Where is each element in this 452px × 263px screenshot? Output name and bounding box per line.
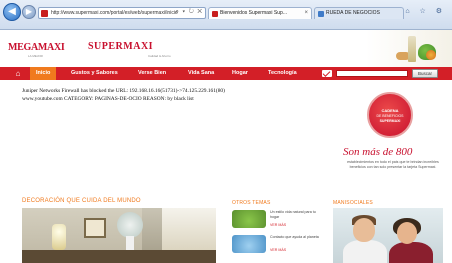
firewall-block-message: Juniper Networks Firewall has blocked th… xyxy=(22,88,322,103)
otros-item-text: Contacto que ayuda al planeta xyxy=(270,235,319,239)
address-url[interactable]: http://www.supermaxi.com/portal/es/web/s… xyxy=(51,10,178,16)
lamp-shape xyxy=(52,224,66,250)
search-input[interactable] xyxy=(336,70,408,77)
forward-button[interactable]: ▶ xyxy=(22,5,36,19)
home-icon[interactable]: ⌂ xyxy=(12,69,24,78)
nav-item-tecnologia[interactable]: Tecnología xyxy=(268,67,297,80)
firewall-message-line2: www.youtube.com CATEGORY: PAGINAS-DE-OCI… xyxy=(22,95,194,102)
promo-title[interactable]: Son más de 800 xyxy=(343,146,443,158)
cadena-beneficios-badge[interactable]: CADENA DE BENEFICIOS SUPERMAXI xyxy=(367,92,413,138)
tab-supermaxi[interactable]: Bienvenidos Supermaxi Sup... × xyxy=(208,7,312,19)
browser-window-icons[interactable]: ⌂ ☆ ⚙ xyxy=(405,7,446,15)
otros-temas-list: Un estilo vida natural para tu hogar VER… xyxy=(232,208,322,258)
decor-section-title[interactable]: DECORACIÓN QUE CUIDA DEL MUNDO xyxy=(22,198,141,204)
tab-favicon-icon xyxy=(212,11,218,17)
tab-label: Bienvenidos Supermaxi Sup... xyxy=(220,10,287,16)
badge-line2: DE BENEFICIOS xyxy=(376,114,404,118)
megamaxi-logo[interactable]: MEGAMAXI LA MEJOR xyxy=(8,39,66,61)
bottle-shape xyxy=(408,36,416,62)
person-face-shape xyxy=(353,218,375,242)
site-favicon-icon xyxy=(41,10,48,17)
otros-item-text: Un estilo vida natural para tu hogar xyxy=(270,210,316,219)
otros-thumbnail[interactable] xyxy=(232,235,266,253)
firewall-message-line1: Juniper Networks Firewall has blocked th… xyxy=(22,88,225,94)
window-shape xyxy=(162,208,216,250)
manisociales-image[interactable] xyxy=(333,208,443,263)
fruit-shape xyxy=(426,50,436,60)
list-item[interactable]: Contacto que ayuda al planeta VER MÁS xyxy=(232,233,322,255)
person-face-shape xyxy=(397,222,417,244)
nav-item-vida-sana[interactable]: Vida Sana xyxy=(188,67,214,80)
picture-frame-shape xyxy=(84,218,106,238)
ver-mas-link[interactable]: VER MÁS xyxy=(270,223,286,227)
manisociales-title: MANISOCIALES xyxy=(333,200,373,206)
megamaxi-logo-sub: LA MEJOR xyxy=(28,54,43,58)
person-shape xyxy=(389,242,433,263)
ver-mas-link[interactable]: VER MÁS xyxy=(270,248,286,252)
search-button[interactable]: Buscar xyxy=(412,69,438,78)
supermaxi-logo-sub: Calidad & Ahorro xyxy=(148,54,171,58)
address-bar[interactable]: http://www.supermaxi.com/portal/es/web/s… xyxy=(38,7,206,19)
nav-item-gustos-y-sabores[interactable]: Gustos y Sabores xyxy=(71,67,118,80)
main-nav: ⌂ Inicio Gustos y Sabores Verse Bien Vid… xyxy=(0,67,452,80)
otros-thumbnail[interactable] xyxy=(232,210,266,228)
badge-line3: SUPERMAXI xyxy=(379,119,401,123)
browser-toolbar: ◀ ▶ http://www.supermaxi.com/portal/es/w… xyxy=(0,0,452,30)
nav-item-hogar[interactable]: Hogar xyxy=(232,67,248,80)
address-controls[interactable]: ⌕ ▾ ↻ ✕ xyxy=(175,9,203,16)
flowers-shape xyxy=(117,212,143,238)
mail-icon[interactable] xyxy=(322,70,332,77)
nav-item-inicio[interactable]: Inicio xyxy=(30,67,57,80)
tab-rueda-negocios[interactable]: RUEDA DE NEGOCIOS xyxy=(314,7,404,19)
megamaxi-logo-text: MEGAMAXI xyxy=(8,42,65,53)
nav-item-verse-bien[interactable]: Verse Bien xyxy=(138,67,166,80)
back-button[interactable]: ◀ xyxy=(3,3,21,21)
tab-close-icon[interactable]: × xyxy=(304,8,308,19)
person-shape xyxy=(343,240,387,263)
list-item[interactable]: Un estilo vida natural para tu hogar VER… xyxy=(232,208,322,230)
header-grocery-image xyxy=(366,30,452,67)
site-header: MEGAMAXI LA MEJOR SUPERMAXI Calidad & Ah… xyxy=(0,30,452,67)
tab-favicon-icon xyxy=(318,11,324,17)
supermaxi-logo-text: SUPERMAXI xyxy=(88,41,154,52)
supermaxi-logo[interactable]: SUPERMAXI Calidad & Ahorro xyxy=(88,40,188,62)
badge-line1: CADENA xyxy=(381,108,399,113)
otros-temas-title: OTROS TEMAS xyxy=(232,200,271,206)
tab-label: RUEDA DE NEGOCIOS xyxy=(326,10,380,16)
shelf-shape xyxy=(22,250,216,263)
promo-text: establecimientos en todo el país que te … xyxy=(347,160,439,169)
decor-feature-image[interactable] xyxy=(22,208,216,263)
